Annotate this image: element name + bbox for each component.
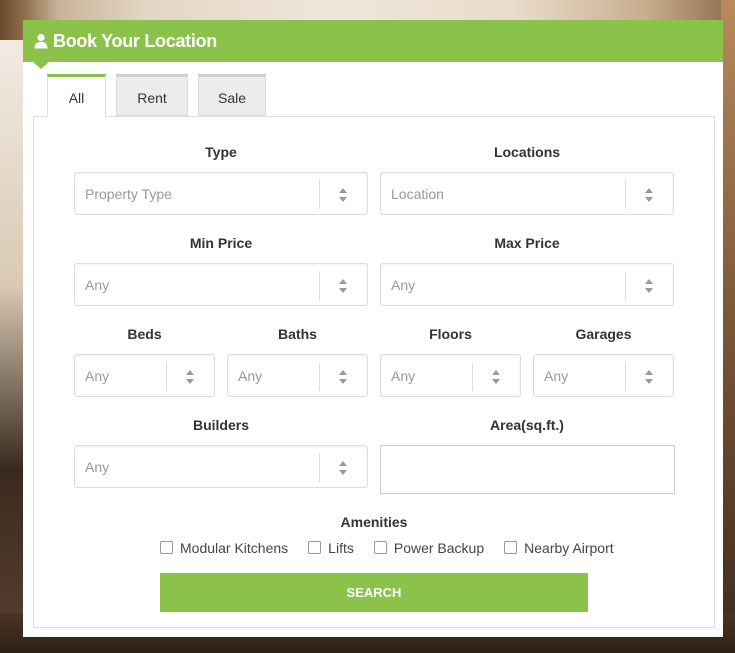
booking-panel: Book Your Location All Rent Sale Type Lo… xyxy=(23,20,723,637)
panel-header: Book Your Location xyxy=(23,20,723,69)
sort-arrows-icon xyxy=(492,370,500,384)
select-divider xyxy=(319,453,320,482)
floors-label: Floors xyxy=(429,326,472,342)
floors-select[interactable]: Any xyxy=(380,354,521,397)
baths-value: Any xyxy=(238,368,263,384)
tab-rent[interactable]: Rent xyxy=(116,74,188,116)
checkbox[interactable] xyxy=(373,541,387,554)
builders-select[interactable]: Any xyxy=(74,445,368,488)
min-price-value: Any xyxy=(85,277,110,293)
checkbox[interactable] xyxy=(160,541,173,554)
amenity-label: Lifts xyxy=(328,540,354,556)
amenity-label: Modular Kitchens xyxy=(180,540,289,556)
beds-label: Beds xyxy=(127,326,162,342)
max-price-select[interactable]: Any xyxy=(380,263,674,306)
min-price-select[interactable]: Any xyxy=(74,263,368,306)
beds-value: Any xyxy=(85,368,110,384)
type-label: Type xyxy=(205,144,237,160)
sort-arrows-icon xyxy=(339,370,347,384)
tab-all[interactable]: All xyxy=(47,74,106,117)
min-price-label: Min Price xyxy=(189,235,253,251)
location-select[interactable]: Location xyxy=(380,172,674,215)
beds-select[interactable]: Any xyxy=(74,354,215,397)
amenities-label: Amenities xyxy=(340,514,408,530)
amenity-nearby-airport[interactable]: Nearby Airport xyxy=(504,540,614,556)
select-divider xyxy=(625,271,626,300)
garages-label: Garages xyxy=(575,326,632,342)
sort-arrows-icon xyxy=(339,279,347,293)
checkbox[interactable] xyxy=(308,541,322,554)
select-divider xyxy=(625,362,626,391)
type-select[interactable]: Property Type xyxy=(74,172,368,215)
locations-label: Locations xyxy=(493,144,561,160)
location-select-value: Location xyxy=(391,186,444,202)
area-label: Area(sq.ft.) xyxy=(490,417,564,433)
amenity-modular-kitchens[interactable]: Modular Kitchens xyxy=(160,540,288,556)
tab-sale[interactable]: Sale xyxy=(198,74,266,116)
amenity-power-backup[interactable]: Power Backup xyxy=(373,540,485,556)
user-icon xyxy=(34,33,48,49)
checkbox[interactable] xyxy=(504,541,518,554)
sort-arrows-icon xyxy=(645,188,653,202)
select-divider xyxy=(319,271,320,300)
select-divider xyxy=(472,362,473,391)
amenities-list: Modular Kitchens Lifts Power Backup Nearby … xyxy=(160,540,634,556)
select-divider xyxy=(625,180,626,209)
baths-select[interactable]: Any xyxy=(227,354,368,397)
garages-select[interactable]: Any xyxy=(533,354,674,397)
baths-label: Baths xyxy=(278,326,317,342)
select-divider xyxy=(166,362,167,391)
type-select-value: Property Type xyxy=(85,186,172,202)
area-input[interactable] xyxy=(380,445,675,494)
amenity-label: Nearby Airport xyxy=(524,540,614,556)
search-button[interactable]: SEARCH xyxy=(160,573,588,612)
sort-arrows-icon xyxy=(645,370,653,384)
amenity-lifts[interactable]: Lifts xyxy=(308,540,354,556)
amenity-label: Power Backup xyxy=(393,540,485,556)
max-price-label: Max Price xyxy=(494,235,560,251)
sort-arrows-icon xyxy=(339,461,347,475)
sort-arrows-icon xyxy=(645,279,653,293)
floors-value: Any xyxy=(391,368,416,384)
builders-label: Builders xyxy=(192,417,249,433)
panel-title: Book Your Location xyxy=(53,31,217,51)
garages-value: Any xyxy=(544,368,569,384)
sort-arrows-icon xyxy=(339,188,347,202)
builders-value: Any xyxy=(85,459,110,475)
header-pointer xyxy=(33,62,49,69)
background-image-edge xyxy=(721,0,735,653)
select-divider xyxy=(319,180,320,209)
max-price-value: Any xyxy=(391,277,416,293)
select-divider xyxy=(319,362,320,391)
sort-arrows-icon xyxy=(186,370,194,384)
